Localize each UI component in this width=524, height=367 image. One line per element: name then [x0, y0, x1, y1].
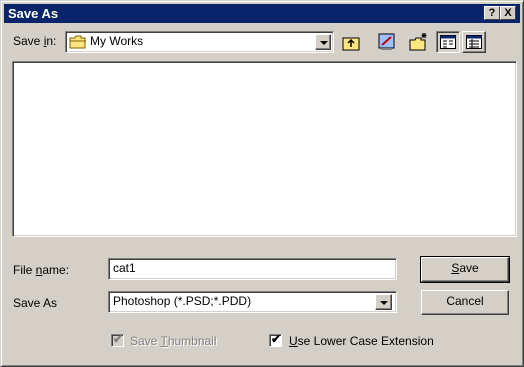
- chevron-down-icon: [320, 41, 328, 45]
- chevron-down-icon: [380, 301, 388, 305]
- go-to-desktop-button[interactable]: [374, 30, 398, 52]
- checkmark-icon: ✔: [271, 332, 282, 346]
- dialog-title: Save As: [8, 6, 59, 21]
- up-one-level-button[interactable]: [339, 32, 363, 54]
- details-view-icon: [466, 35, 482, 49]
- create-new-folder-button[interactable]: [406, 30, 430, 52]
- file-name-value: cat1: [113, 261, 136, 275]
- save-thumbnail-checkbox[interactable]: ✔: [111, 332, 124, 347]
- lower-case-extension-checkbox[interactable]: ✔: [269, 332, 282, 347]
- help-button[interactable]: ?: [484, 6, 500, 20]
- save-thumbnail-label: Save Thumbnail: [130, 334, 217, 348]
- file-name-input[interactable]: cat1: [108, 258, 397, 280]
- save-in-select[interactable]: My Works: [65, 31, 334, 53]
- save-in-label: Save in:: [13, 34, 57, 48]
- save-as-type-label: Save As: [13, 296, 58, 310]
- save-button[interactable]: Save: [420, 256, 510, 283]
- cancel-button[interactable]: Cancel: [421, 290, 509, 315]
- checkmark-icon: ✔: [113, 332, 124, 346]
- close-button[interactable]: X: [500, 6, 516, 20]
- new-folder-icon: [409, 33, 427, 51]
- save-in-value: My Works: [90, 34, 144, 48]
- list-view-button[interactable]: [436, 31, 460, 53]
- folder-icon: [69, 35, 87, 52]
- list-view-icon: [440, 35, 456, 49]
- file-name-label: File name:: [13, 263, 70, 277]
- details-view-button[interactable]: [462, 31, 486, 53]
- title-bar[interactable]: Save As ? X: [4, 4, 520, 23]
- save-as-type-select[interactable]: Photoshop (*.PSD;*.PDD): [108, 291, 397, 313]
- save-as-dialog: Save As ? X Save in: My Works File name:…: [0, 0, 524, 367]
- file-list[interactable]: [12, 61, 517, 237]
- up-one-level-icon: [342, 37, 360, 51]
- save-in-dropdown-button[interactable]: [315, 34, 331, 50]
- save-as-type-dropdown-button[interactable]: [375, 294, 392, 310]
- save-as-type-value: Photoshop (*.PSD;*.PDD): [113, 294, 252, 308]
- desktop-icon: [378, 33, 395, 50]
- lower-case-extension-label: Use Lower Case Extension: [289, 334, 434, 348]
